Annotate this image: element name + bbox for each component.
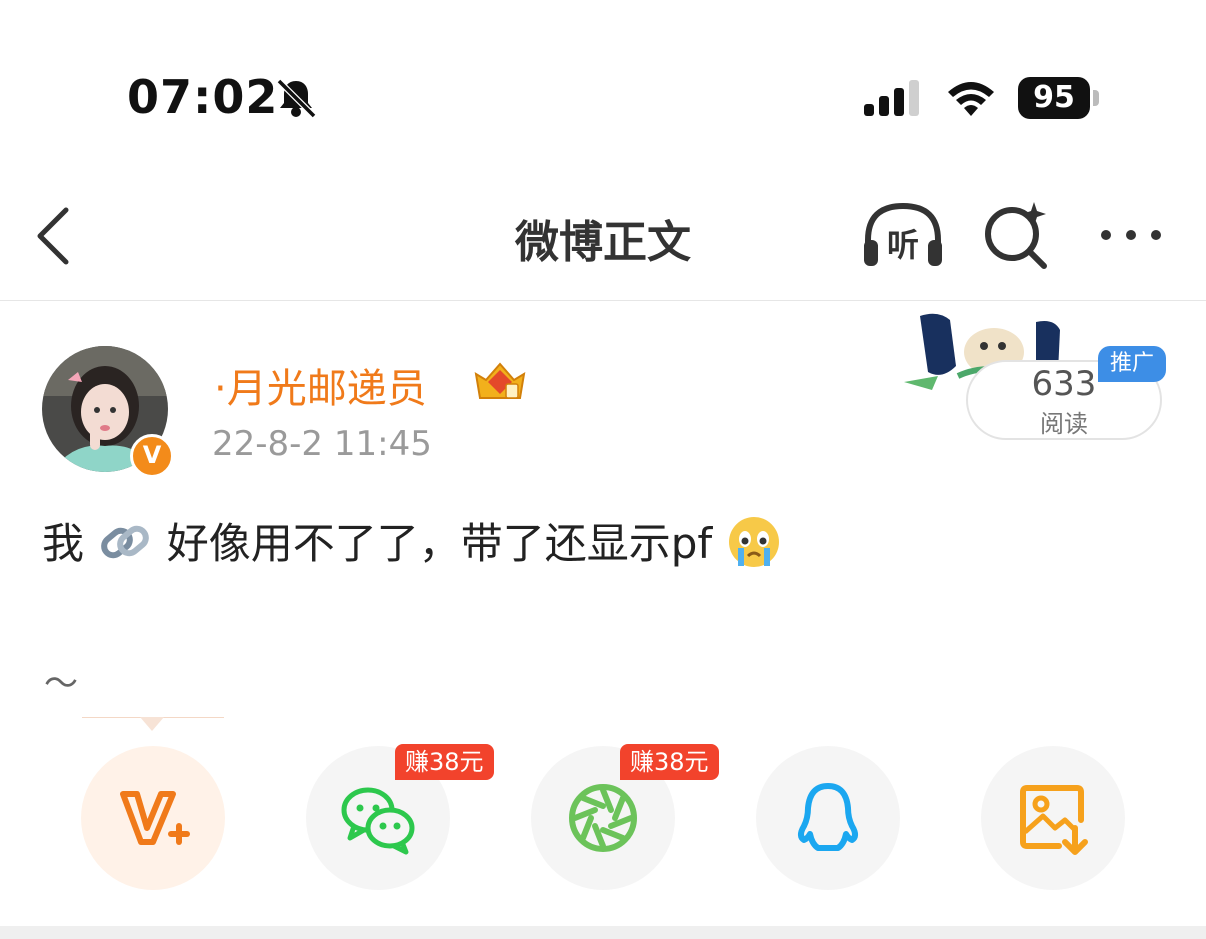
post-text-start: 我 bbox=[42, 519, 85, 568]
bottom-separator bbox=[0, 926, 1206, 939]
username[interactable]: ·月光邮递员 bbox=[214, 356, 427, 414]
wechat-reward-badge: 赚38元 bbox=[395, 744, 494, 780]
moments-icon bbox=[569, 784, 637, 852]
post-footer-symbol: ～ bbox=[44, 664, 78, 704]
page-title: 微博正文 bbox=[515, 217, 691, 268]
verified-badge: V bbox=[130, 434, 174, 478]
post-text-rest: 好像用不了了，带了还显示pf bbox=[166, 519, 713, 568]
save-image-icon bbox=[1020, 785, 1088, 855]
post-text: 我 好像用不了了，带了还显示pf bbox=[42, 510, 782, 571]
read-label: 阅读 bbox=[1040, 410, 1088, 438]
ad-tag: 推广 bbox=[1098, 346, 1166, 382]
vip-crown-icon[interactable] bbox=[470, 358, 530, 404]
crying-face-emoji-icon bbox=[728, 517, 779, 567]
tooltip-arrow bbox=[140, 717, 164, 731]
back-arrow-icon[interactable] bbox=[34, 204, 74, 268]
link-emoji-icon bbox=[101, 525, 150, 559]
cellular-signal-icon bbox=[864, 80, 919, 116]
qq-icon bbox=[798, 783, 858, 851]
v-plus-icon bbox=[120, 791, 190, 845]
listen-headphones-icon[interactable]: 听 bbox=[860, 200, 946, 270]
search-sparkle-icon[interactable] bbox=[982, 200, 1052, 270]
share-save-image-button[interactable] bbox=[981, 746, 1125, 890]
listen-label: 听 bbox=[887, 226, 919, 264]
share-vplus-button[interactable] bbox=[81, 746, 225, 890]
moments-reward-badge: 赚38元 bbox=[620, 744, 719, 780]
share-qq-button[interactable] bbox=[756, 746, 900, 890]
battery-indicator: 95 bbox=[1018, 77, 1102, 119]
wechat-icon bbox=[341, 787, 415, 855]
more-icon[interactable] bbox=[1096, 215, 1166, 255]
bell-muted-icon bbox=[276, 78, 317, 119]
post-timestamp: 22-8-2 11:45 bbox=[212, 424, 432, 464]
status-time: 07:02 bbox=[127, 70, 279, 124]
battery-level: 95 bbox=[1033, 80, 1075, 115]
nav-divider bbox=[0, 300, 1206, 301]
wifi-icon bbox=[948, 82, 994, 116]
